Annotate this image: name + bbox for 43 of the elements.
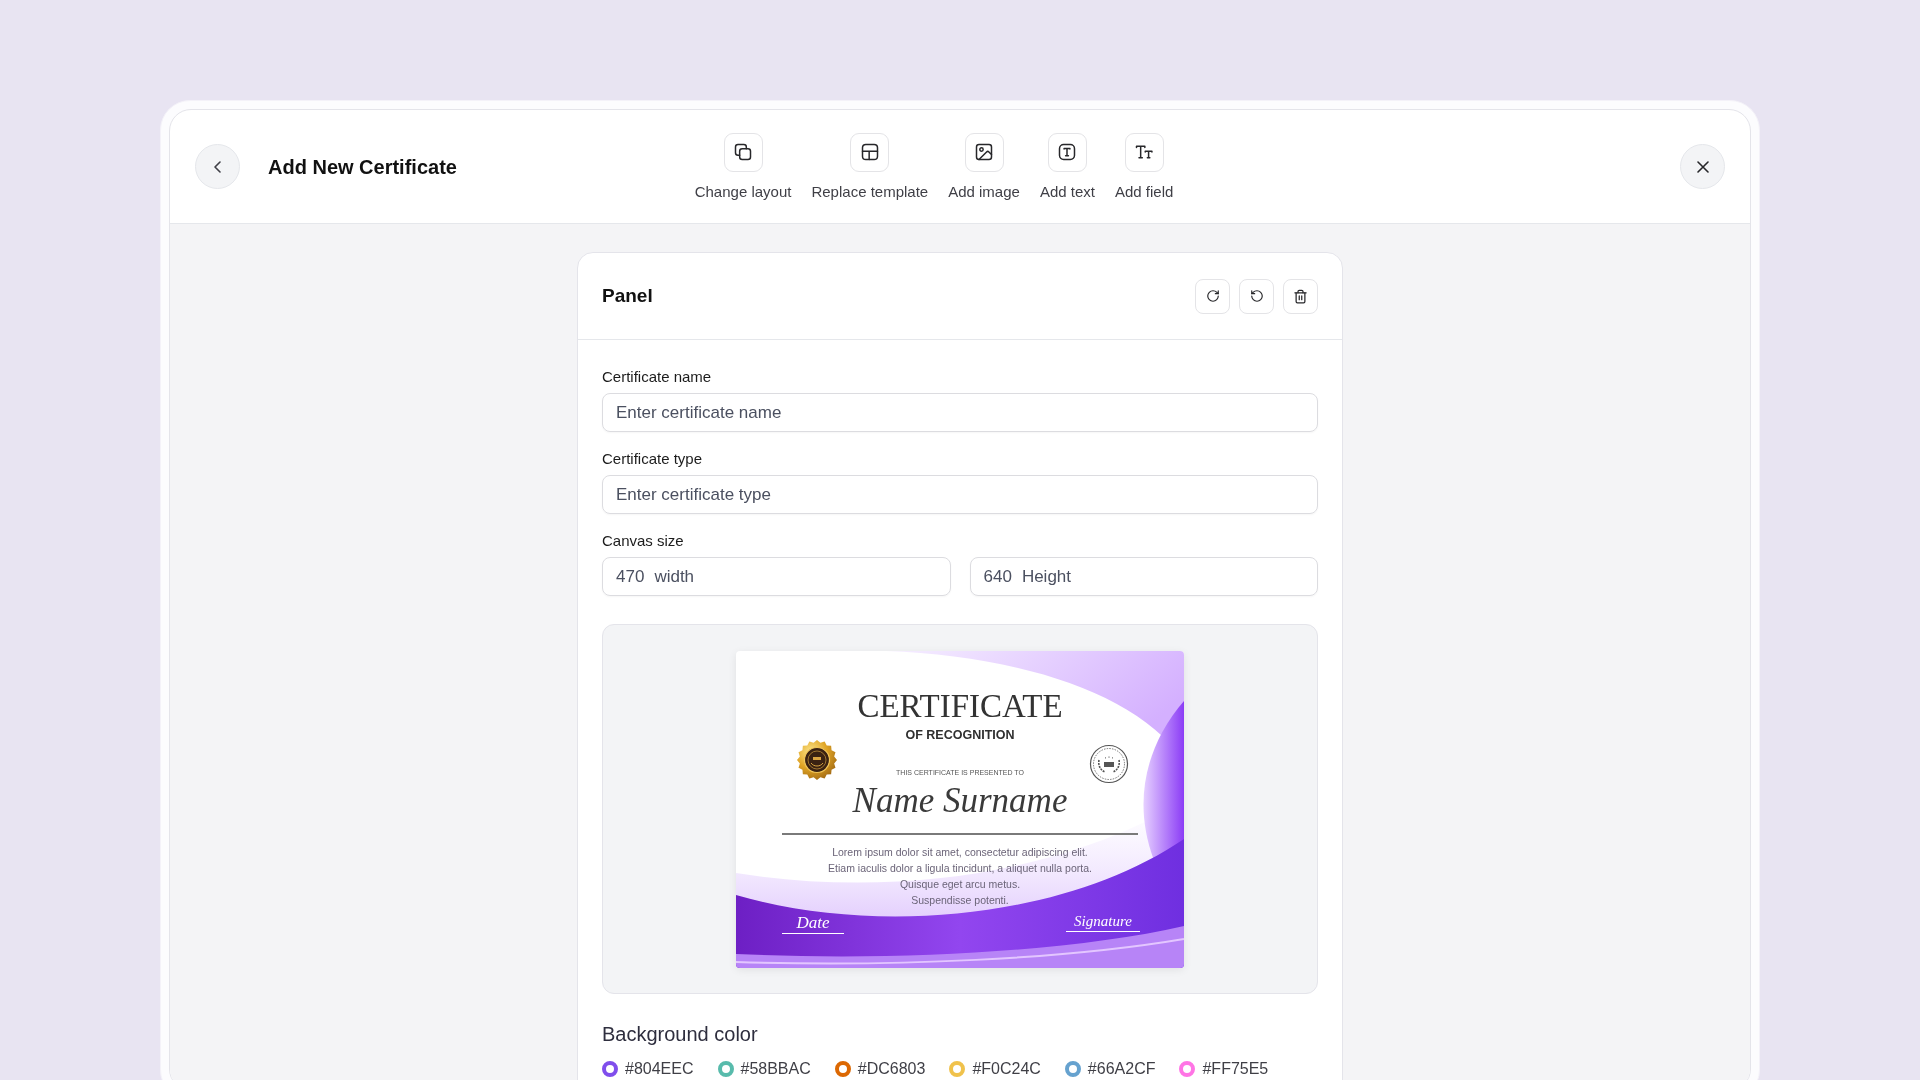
color-option[interactable]: #DC6803 (834, 1059, 926, 1079)
text-box-icon (1047, 132, 1087, 172)
color-option[interactable]: #F0C24C (949, 1059, 1041, 1079)
toolbar-button[interactable]: Change layout (694, 132, 792, 201)
recipient-name: Name Surname (852, 780, 1068, 821)
layout-icon (850, 132, 890, 172)
field-label: Canvas size (602, 532, 685, 550)
undo-button[interactable] (1239, 278, 1274, 314)
section-heading: Background color (602, 1022, 759, 1047)
color-option[interactable]: #58BBAC (717, 1059, 811, 1079)
redo-button[interactable] (1195, 278, 1230, 314)
close-button[interactable] (1680, 144, 1725, 189)
close-icon (1696, 160, 1709, 173)
panel-title: Panel (602, 284, 653, 308)
delete-button[interactable] (1283, 278, 1318, 314)
text-size-icon (1124, 132, 1164, 172)
field-label: Certificate name (602, 368, 713, 386)
color-option[interactable]: #804EEC (602, 1059, 694, 1079)
seal-icon (796, 738, 838, 781)
color-option[interactable]: #FF75E5 (1179, 1059, 1269, 1079)
toolbar-button[interactable]: Add field (1114, 132, 1174, 201)
toolbar-button[interactable]: Replace template (811, 132, 929, 201)
toolbar-button[interactable]: Add image (948, 132, 1020, 201)
date-line: Date (782, 912, 844, 934)
text-input[interactable]: Enter certificate name (602, 393, 1318, 432)
signature-line: Signature (1066, 910, 1140, 932)
chevron-left-icon (214, 160, 221, 173)
page-title: Add New Certificate (268, 154, 457, 180)
counterclockwise-arrow-icon (1249, 289, 1264, 303)
clockwise-arrow-icon (1205, 289, 1220, 303)
dimension-input[interactable]: 640 Height (969, 557, 1318, 596)
stamp-icon (1089, 743, 1129, 784)
text-input[interactable]: Enter certificate type (602, 475, 1318, 514)
certificate-title: CERTIFICATE (857, 687, 1063, 724)
toolbar-button[interactable]: Add text (1039, 132, 1095, 201)
certificate-body-text: Lorem ipsum dolor sit amet, consectetur adipiscing elit. Etiam iaculis dolor a ligula tincidunt, a aliquet nulla porta. Quisque eget arcu metus. Suspendisse potenti. (828, 844, 1092, 909)
dimension-input[interactable]: 470 width (602, 557, 951, 596)
overlapping-squares-icon (723, 132, 763, 172)
certificate-subtitle: OF RECOGNITION (905, 727, 1015, 743)
image-icon (964, 132, 1004, 172)
trash-icon (1293, 288, 1308, 304)
color-option[interactable]: #66A2CF (1064, 1059, 1156, 1079)
field-label: Certificate type (602, 450, 704, 468)
